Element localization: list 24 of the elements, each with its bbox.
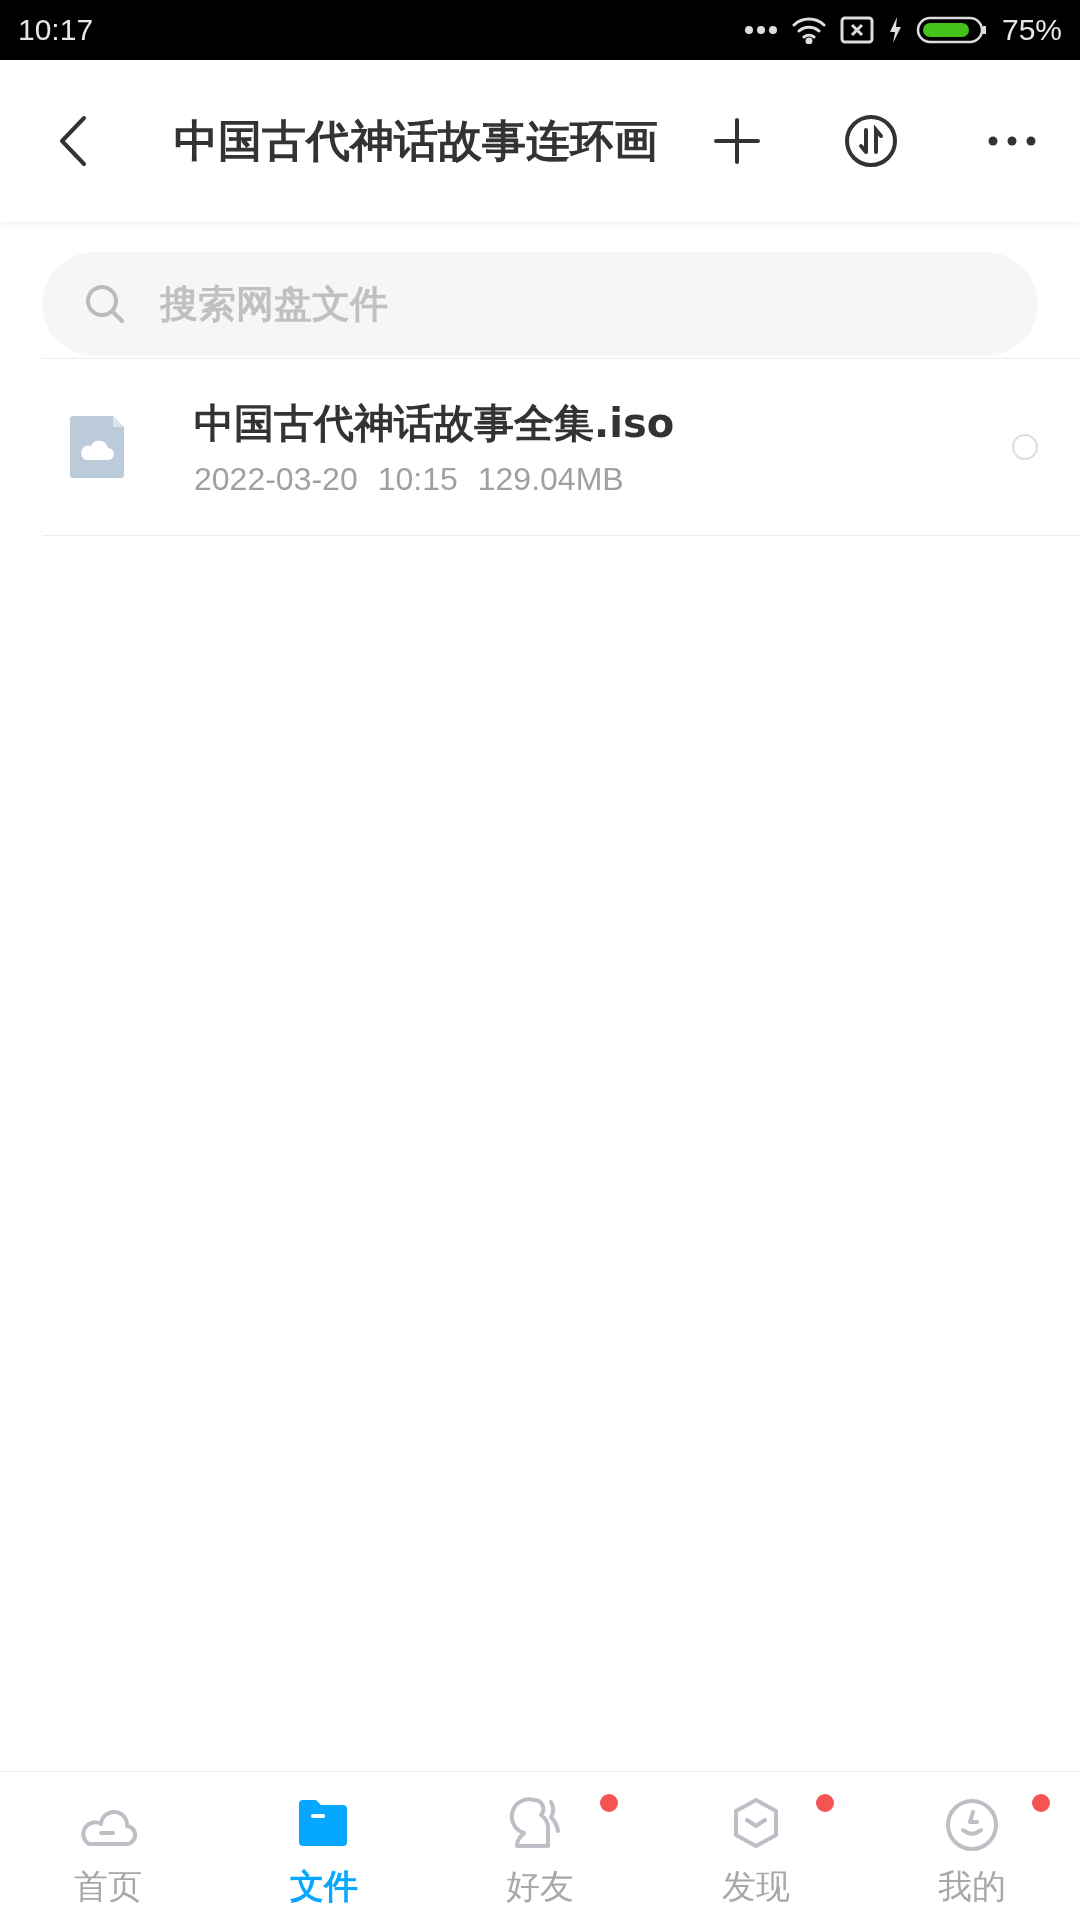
file-size: 129.04MB — [477, 461, 624, 498]
nav-tab[interactable]: 文件 — [216, 1772, 432, 1920]
battery-percent: 75% — [1001, 13, 1062, 47]
file-date: 2022-03-20 — [194, 461, 358, 498]
battery-icon — [915, 15, 988, 45]
nav-tab[interactable]: 首页 — [0, 1772, 216, 1920]
more-button[interactable] — [988, 136, 1036, 146]
add-button[interactable] — [712, 116, 762, 166]
cloud-file-icon — [70, 416, 124, 478]
search-icon — [84, 283, 126, 325]
more-icon — [743, 25, 778, 35]
nav-tab[interactable]: 发现 — [648, 1772, 864, 1920]
no-sim-icon — [839, 16, 874, 44]
header-title: 中国古代神话故事连环画 — [173, 113, 659, 168]
nav-tab[interactable]: 好友 — [432, 1772, 648, 1920]
select-radio[interactable] — [1012, 434, 1038, 460]
charging-icon — [887, 16, 902, 44]
status-time: 10:17 — [18, 13, 94, 47]
file-row[interactable]: 中国古代神话故事全集.iso 2022-03-20 10:15 129.04MB — [0, 359, 1080, 535]
wifi-icon — [791, 16, 826, 44]
transfer-button[interactable] — [844, 114, 898, 168]
file-time: 10:15 — [377, 461, 458, 498]
file-name: 中国古代神话故事全集.iso — [194, 399, 676, 448]
nav-tab[interactable]: 我的 — [864, 1772, 1080, 1920]
